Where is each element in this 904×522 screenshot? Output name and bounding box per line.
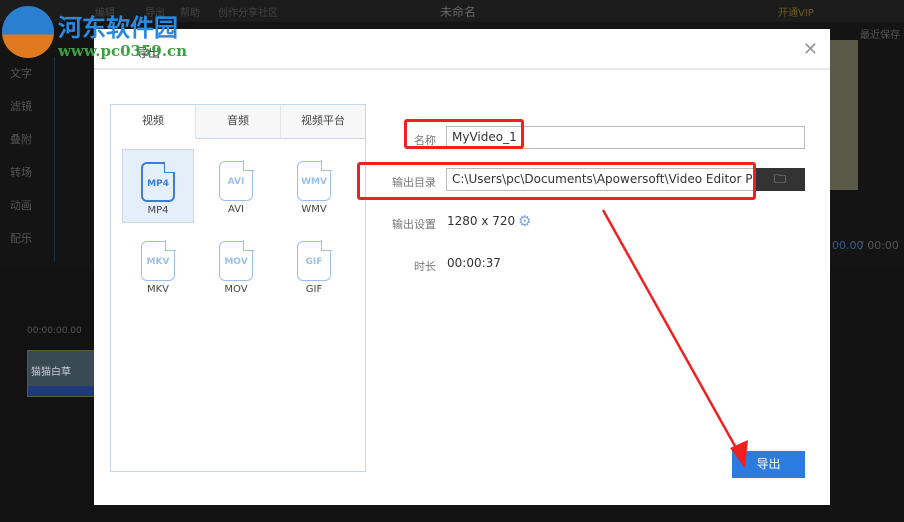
audio-waveform — [28, 386, 96, 396]
annotation-box-name — [404, 119, 524, 149]
video-preview — [828, 40, 858, 190]
gear-icon[interactable]: ⚙ — [518, 212, 531, 230]
tab-audio[interactable]: 音频 — [195, 105, 280, 139]
format-panel: 视频 音频 视频平台 MP4 MP4 AVI AVI WMV WMV MKV MKV M… — [110, 104, 366, 472]
logo-icon — [2, 6, 54, 58]
tab-video[interactable]: 视频 — [111, 105, 195, 139]
file-mov-icon: MOV — [219, 240, 254, 281]
sidebar-item-text[interactable]: 文字 — [0, 57, 54, 90]
format-mov[interactable]: MOV MOV — [200, 229, 272, 303]
folder-icon: 🗀 — [773, 172, 786, 186]
format-avi[interactable]: AVI AVI — [200, 149, 272, 223]
timeline-clip[interactable]: 猫猫白草 — [27, 350, 97, 397]
export-dialog: 导出 ✕ 视频 音频 视频平台 MP4 MP4 AVI AVI WMV WMV MKV… — [94, 29, 830, 505]
format-mp4[interactable]: MP4 MP4 — [122, 149, 194, 223]
format-label: MP4 — [147, 205, 169, 216]
dialog-header: 导出 ✕ — [94, 29, 830, 70]
file-mp4-icon: MP4 — [141, 162, 175, 202]
sidebar-item-transition[interactable]: 转场 — [0, 156, 54, 189]
format-label: AVI — [228, 204, 244, 215]
file-mkv-icon: MKV — [141, 240, 176, 281]
file-wmv-icon: WMV — [297, 160, 332, 201]
resolution-value: 1280 x 720 — [447, 214, 516, 228]
close-icon[interactable]: ✕ — [803, 39, 818, 60]
format-label: WMV — [301, 204, 327, 215]
file-gif-icon: GIF — [297, 240, 332, 281]
timeline-timecode: 00:00:00.00 — [27, 326, 82, 336]
format-label: MOV — [224, 284, 248, 295]
sidebar: 文字 滤镜 叠附 转场 动画 配乐 — [0, 57, 55, 262]
menu-community[interactable]: 创作分享社区 — [218, 4, 278, 19]
total-time: / 00:00 — [860, 239, 899, 252]
annotation-box-dir — [357, 162, 756, 200]
file-avi-icon: AVI — [219, 160, 254, 201]
format-gif[interactable]: GIF GIF — [278, 229, 350, 303]
current-time: 00.00 — [832, 239, 864, 252]
window-title: 未命名 — [440, 5, 477, 19]
sidebar-item-overlay[interactable]: 叠附 — [0, 123, 54, 156]
format-label: GIF — [305, 284, 323, 295]
duration-label: 时长 — [414, 260, 436, 273]
format-mkv[interactable]: MKV MKV — [122, 229, 194, 303]
duration-value: 00:00:37 — [447, 256, 501, 270]
export-button[interactable]: 导出 — [732, 451, 805, 478]
browse-folder-button[interactable]: 🗀 — [755, 168, 805, 191]
format-label: MKV — [146, 284, 170, 295]
watermark-logo: 河东软件园 www.pc0359.cn — [0, 0, 200, 60]
watermark-url: www.pc0359.cn — [58, 42, 188, 60]
clip-label: 猫猫白草 — [31, 367, 71, 378]
sidebar-item-filter[interactable]: 滤镜 — [0, 90, 54, 123]
vip-button[interactable]: 开通VIP — [778, 4, 814, 19]
sidebar-item-animation[interactable]: 动画 — [0, 189, 54, 222]
sidebar-item-music[interactable]: 配乐 — [0, 222, 54, 255]
recent-save[interactable]: 最近保存 — [860, 26, 900, 41]
watermark-name: 河东软件园 — [58, 14, 178, 42]
format-wmv[interactable]: WMV WMV — [278, 149, 350, 223]
tab-platform[interactable]: 视频平台 — [280, 105, 365, 139]
output-settings-label: 输出设置 — [392, 218, 436, 231]
